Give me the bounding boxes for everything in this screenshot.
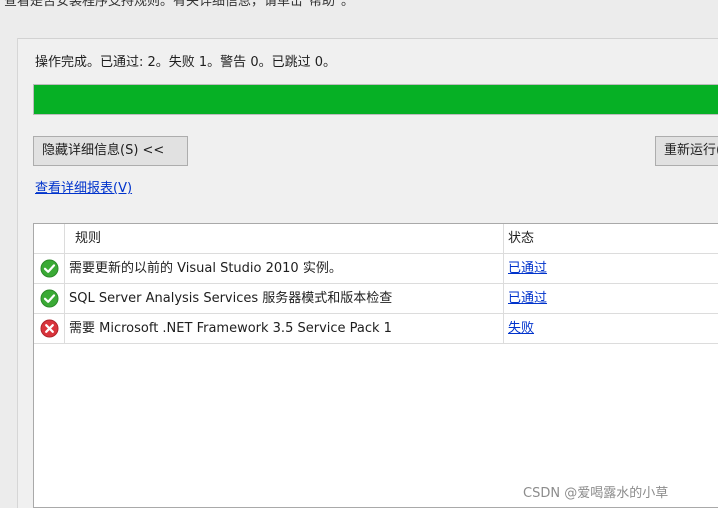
table-row[interactable]: 需要更新的以前的 Visual Studio 2010 实例。 已通过 [34, 254, 718, 284]
operation-status-text: 操作完成。已通过: 2。失败 1。警告 0。已跳过 0。 [35, 55, 336, 70]
header-icon-cell [34, 224, 65, 253]
status-link-passed[interactable]: 已通过 [508, 291, 547, 306]
main-content: 操作完成。已通过: 2。失败 1。警告 0。已跳过 0。 隐藏详细信息(S) <… [18, 39, 718, 508]
left-step-pane [0, 38, 18, 508]
top-banner-text: 查看是否安装程序支持规则。有关详细信息，请单击"帮助"。 [4, 0, 354, 9]
rule-name: 需要更新的以前的 Visual Studio 2010 实例。 [69, 261, 342, 276]
table-header-row: 规则 状态 [34, 224, 718, 254]
watermark-text: CSDN @爱喝露水的小草 [523, 486, 669, 501]
view-detailed-report-link[interactable]: 查看详细报表(V) [35, 177, 132, 196]
table-row[interactable]: 需要 Microsoft .NET Framework 3.5 Service … [34, 314, 718, 344]
rules-table: 规则 状态 需要更新的以前的 Visual Studio 2010 实例。 已通… [33, 223, 718, 508]
top-banner: 查看是否安装程序支持规则。有关详细信息，请单击"帮助"。 [0, 0, 718, 39]
status-link-failed[interactable]: 失败 [508, 321, 534, 336]
error-x-icon [40, 319, 59, 338]
column-header-status[interactable]: 状态 [508, 224, 534, 253]
progress-bar [33, 84, 718, 115]
status-link-passed[interactable]: 已通过 [508, 261, 547, 276]
success-check-icon [40, 259, 59, 278]
progress-bar-fill [34, 85, 718, 114]
rerun-button[interactable]: 重新运行(R) [655, 136, 718, 166]
rule-name: 需要 Microsoft .NET Framework 3.5 Service … [69, 321, 392, 336]
table-row[interactable]: SQL Server Analysis Services 服务器模式和版本检查 … [34, 284, 718, 314]
success-check-icon [40, 289, 59, 308]
column-header-rule[interactable]: 规则 [75, 224, 507, 253]
hide-details-button[interactable]: 隐藏详细信息(S) << [33, 136, 188, 166]
rule-name: SQL Server Analysis Services 服务器模式和版本检查 [69, 291, 393, 306]
